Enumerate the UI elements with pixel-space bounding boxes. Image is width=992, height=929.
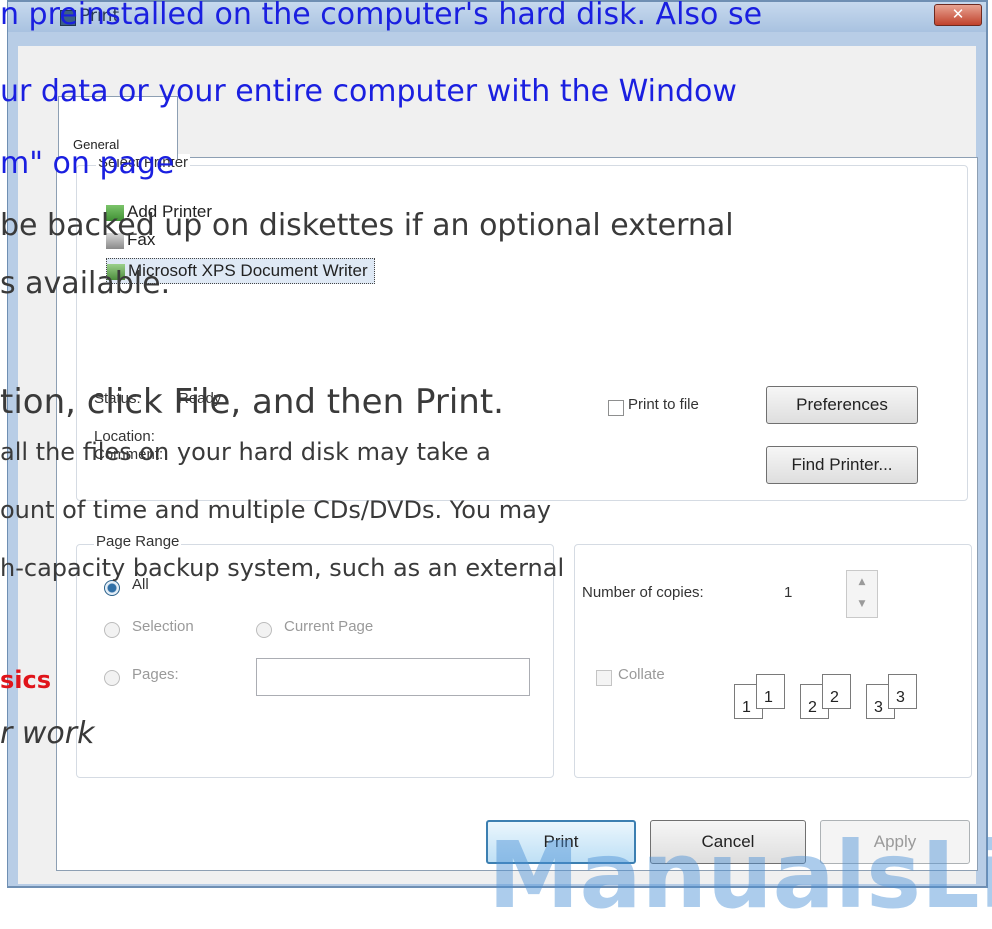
range-current-page-radio[interactable]	[256, 622, 272, 638]
manual-heading: sics	[0, 666, 52, 694]
range-all-radio[interactable]	[104, 580, 120, 596]
manual-text-line: s available.	[0, 266, 171, 301]
close-icon[interactable]: ✕	[934, 4, 982, 26]
collate-page: 3	[888, 674, 917, 709]
spin-down-icon[interactable]: ▼	[847, 593, 877, 615]
preferences-button[interactable]: Preferences	[766, 386, 918, 424]
range-pages-label: Pages:	[132, 666, 179, 683]
print-to-file-checkbox[interactable]	[608, 400, 624, 416]
manual-text-line: n preinstalled on the computer's hard di…	[0, 0, 763, 32]
manual-text-line: tion, click File, and then Print.	[0, 382, 504, 422]
range-current-page-label: Current Page	[284, 618, 374, 635]
manual-text-line: be backed up on diskettes if an optional…	[0, 208, 734, 243]
copies-value[interactable]: 1	[784, 584, 792, 601]
collate-checkbox[interactable]	[596, 670, 612, 686]
collate-page: 2	[822, 674, 851, 709]
copies-label: Number of copies:	[582, 584, 704, 601]
manual-text-line: all the files on your hard disk may take…	[0, 438, 491, 466]
manual-text-line: h-capacity backup system, such as an ext…	[0, 554, 565, 582]
copies-group	[574, 544, 972, 778]
page-range-label: Page Range	[94, 533, 182, 550]
range-selection-radio[interactable]	[104, 622, 120, 638]
range-pages-radio[interactable]	[104, 670, 120, 686]
find-printer-button[interactable]: Find Printer...	[766, 446, 918, 484]
manual-text-line: ount of time and multiple CDs/DVDs. You …	[0, 496, 552, 524]
collate-label: Collate	[618, 666, 665, 683]
manual-text-line: r work	[0, 716, 95, 751]
manual-link[interactable]: m" on page	[0, 146, 174, 181]
spin-up-icon[interactable]: ▲	[847, 571, 877, 593]
print-to-file-label: Print to file	[628, 396, 699, 413]
copies-spinner[interactable]: ▲ ▼	[846, 570, 878, 618]
watermark: ManualsLib.com	[488, 822, 992, 929]
pages-input[interactable]	[256, 658, 530, 696]
manual-link[interactable]: ur data or your entire computer with the…	[0, 74, 737, 109]
range-selection-label: Selection	[132, 618, 194, 635]
collate-page: 1	[756, 674, 785, 709]
